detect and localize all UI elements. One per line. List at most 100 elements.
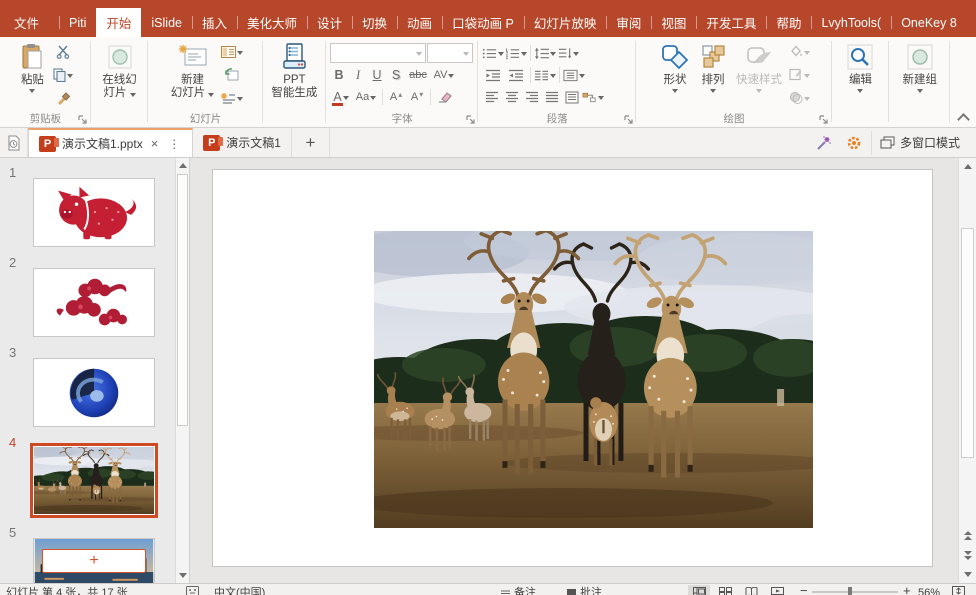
line-spacing-button[interactable] (534, 43, 556, 64)
comments-button[interactable]: 批注 (566, 586, 602, 595)
doc-tab-2[interactable]: P 演示文稿1 (193, 128, 292, 157)
menu-tab-piti[interactable]: Piti (59, 8, 96, 37)
magic-wand-icon[interactable] (811, 131, 837, 155)
scrollbar-thumb[interactable] (177, 174, 188, 426)
format-painter-button[interactable] (52, 87, 74, 108)
slide-thumbnail-4-selected[interactable] (30, 443, 158, 518)
language-button[interactable]: 中文(中国) (214, 586, 265, 595)
menu-tab-review[interactable]: 审阅 (606, 8, 651, 37)
bold-button[interactable]: B (330, 65, 348, 86)
menu-tab-beautify[interactable]: 美化大师 (237, 8, 307, 37)
settings-gear-icon[interactable] (841, 131, 867, 155)
align-left-button[interactable] (482, 87, 501, 108)
menu-tab-islide[interactable]: iSlide (141, 8, 192, 37)
text-shadow-button[interactable]: S (387, 65, 405, 86)
menu-tab-file[interactable]: 文件 (0, 8, 53, 37)
grow-font-button[interactable]: A▴ (386, 87, 406, 108)
shrink-font-button[interactable]: A▾ (407, 87, 427, 108)
zoom-slider-knob[interactable] (848, 587, 852, 595)
smartart-convert-button[interactable] (582, 87, 604, 108)
slide-thumbnail-2[interactable] (33, 268, 155, 337)
fit-to-window-icon[interactable] (952, 586, 965, 595)
slide-canvas[interactable] (212, 169, 933, 567)
font-color-button[interactable]: A (330, 87, 352, 108)
paste-button[interactable]: 粘贴 (14, 39, 50, 110)
columns-button[interactable] (534, 65, 556, 86)
scroll-up-arrow[interactable] (177, 159, 189, 172)
editor-scrollbar[interactable] (958, 158, 976, 583)
reading-view-button[interactable] (740, 585, 762, 595)
online-slides-button[interactable]: 在线幻 灯片 (97, 39, 142, 110)
normal-view-button[interactable] (688, 585, 710, 595)
font-name-select[interactable] (330, 43, 426, 63)
cut-button[interactable] (52, 41, 74, 62)
scroll-down-arrow[interactable] (961, 567, 975, 582)
slide-image-deer-herd[interactable] (374, 231, 813, 528)
strikethrough-button[interactable]: abc (406, 65, 430, 86)
slide-thumbnail-5[interactable]: + (33, 538, 155, 583)
align-right-button[interactable] (522, 87, 541, 108)
shape-fill-button[interactable] (789, 41, 811, 62)
thumbnail-scrollbar[interactable] (175, 158, 189, 583)
scroll-up-arrow[interactable] (961, 159, 975, 174)
dialog-launcher-icon[interactable] (78, 115, 88, 125)
increase-indent-button[interactable] (505, 65, 527, 86)
clear-formatting-button[interactable] (434, 87, 456, 108)
justify-button[interactable] (542, 87, 561, 108)
ppt-ai-generate-button[interactable]: PPT 智能生成 (266, 39, 322, 127)
notes-button[interactable]: 备注 (500, 586, 536, 595)
arrange-button[interactable]: 排列 (695, 39, 731, 110)
menu-tab-home[interactable]: 开始 (96, 8, 141, 37)
align-text-button[interactable] (563, 65, 585, 86)
shape-effects-button[interactable] (789, 87, 811, 108)
decrease-indent-button[interactable] (482, 65, 504, 86)
new-group-button[interactable]: 新建组 (897, 39, 942, 127)
change-case-button[interactable]: Aa (353, 87, 379, 108)
recent-documents-icon[interactable] (0, 128, 28, 157)
font-size-select[interactable] (427, 43, 473, 63)
slideshow-view-button[interactable] (766, 585, 788, 595)
menu-tab-transitions[interactable]: 切换 (352, 8, 397, 37)
quick-styles-button[interactable]: 快速样式 (731, 39, 787, 110)
menu-tab-view[interactable]: 视图 (651, 8, 696, 37)
bullets-button[interactable] (482, 43, 504, 64)
accessibility-icon[interactable] (186, 586, 199, 595)
add-slide-overlay-button[interactable]: + (42, 549, 146, 573)
distribute-button[interactable] (562, 87, 581, 108)
menu-tab-slideshow[interactable]: 幻灯片放映 (524, 8, 607, 37)
new-slide-button[interactable]: 新建 幻灯片 (166, 39, 220, 110)
scroll-down-arrow[interactable] (177, 569, 189, 582)
slide-thumbnail-3[interactable] (33, 358, 155, 427)
close-tab-icon[interactable]: × (149, 136, 161, 151)
zoom-slider-track[interactable] (812, 591, 898, 593)
previous-slide-button[interactable] (961, 527, 975, 543)
menu-tab-insert[interactable]: 插入 (192, 8, 237, 37)
dialog-launcher-icon[interactable] (623, 115, 633, 125)
multi-window-mode-button[interactable]: 多窗口模式 (871, 131, 968, 155)
slide-thumbnail-1[interactable] (33, 178, 155, 247)
shape-outline-button[interactable] (789, 64, 811, 85)
menu-tab-pocket-animation[interactable]: 口袋动画 P (442, 8, 524, 37)
zoom-in-button[interactable]: + (903, 584, 911, 595)
slide-sorter-view-button[interactable] (714, 585, 736, 595)
doc-tab-1[interactable]: P 演示文稿1.pptx × ⋮ (28, 128, 193, 157)
underline-button[interactable]: U (368, 65, 386, 86)
menu-tab-developer[interactable]: 开发工具 (696, 8, 766, 37)
italic-button[interactable]: I (349, 65, 367, 86)
collapse-ribbon-button[interactable] (959, 112, 968, 121)
menu-tab-help[interactable]: 帮助 (766, 8, 811, 37)
menu-tab-design[interactable]: 设计 (307, 8, 352, 37)
reset-slide-button[interactable] (221, 64, 243, 85)
slide-layout-button[interactable] (221, 41, 243, 62)
menu-tab-lvyhtools[interactable]: LvyhTools( (811, 8, 891, 37)
dialog-launcher-icon[interactable] (819, 115, 829, 125)
text-direction-button[interactable] (557, 43, 579, 64)
next-slide-button[interactable] (961, 547, 975, 563)
dialog-launcher-icon[interactable] (465, 115, 475, 125)
section-button[interactable] (221, 87, 243, 108)
zoom-out-button[interactable]: − (800, 584, 808, 595)
character-spacing-button[interactable]: AV (431, 65, 457, 86)
copy-button[interactable] (52, 64, 74, 85)
menu-tab-onekey[interactable]: OneKey 8 (891, 8, 967, 37)
tab-menu-icon[interactable]: ⋮ (166, 137, 182, 151)
